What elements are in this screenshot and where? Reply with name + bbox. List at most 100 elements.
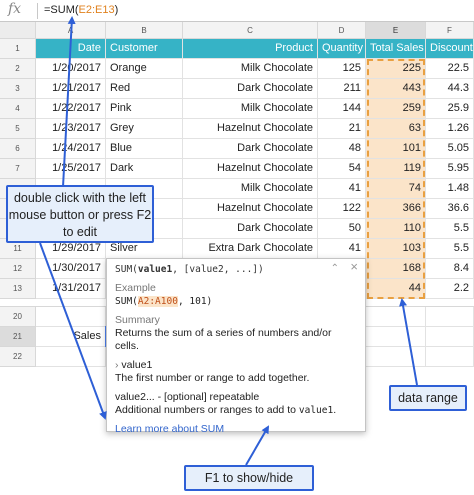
cell-a3[interactable]: 1/21/2017 [36, 79, 106, 99]
row-header-6[interactable]: 6 [0, 139, 36, 159]
learn-more-link[interactable]: Learn more about SUM [115, 423, 357, 436]
cell-e11[interactable]: 103 [366, 239, 426, 259]
cell-e6[interactable]: 101 [366, 139, 426, 159]
row-header-5[interactable]: 5 [0, 119, 36, 139]
column-header-d[interactable]: D [318, 22, 366, 39]
cell-b3[interactable]: Red [106, 79, 183, 99]
cell-e7[interactable]: 119 [366, 159, 426, 179]
cell-b4[interactable]: Pink [106, 99, 183, 119]
row-header-4[interactable]: 4 [0, 99, 36, 119]
header-cell-c[interactable]: Product [183, 39, 318, 59]
header-cell-b[interactable]: Customer [106, 39, 183, 59]
column-header-b[interactable]: B [106, 22, 183, 39]
cell-f4[interactable]: 25.9 [426, 99, 474, 119]
cell-c6[interactable]: Dark Chocolate [183, 139, 318, 159]
cell-d6[interactable]: 48 [318, 139, 366, 159]
cell-f9[interactable]: 36.6 [426, 199, 474, 219]
cell-d10[interactable]: 50 [318, 219, 366, 239]
cell-f20[interactable] [426, 307, 474, 327]
cell-c8[interactable]: Milk Chocolate [183, 179, 318, 199]
cell-f10[interactable]: 5.5 [426, 219, 474, 239]
cell-d7[interactable]: 54 [318, 159, 366, 179]
cell-e8[interactable]: 74 [366, 179, 426, 199]
cell-e20[interactable] [366, 307, 426, 327]
cell-f11[interactable]: 5.5 [426, 239, 474, 259]
cell-f5[interactable]: 1.26 [426, 119, 474, 139]
cell-e3[interactable]: 443 [366, 79, 426, 99]
header-cell-a[interactable]: Date [36, 39, 106, 59]
header-cell-d[interactable]: Quantity [318, 39, 366, 59]
row-header-21[interactable]: 21 [0, 327, 36, 347]
cell-c7[interactable]: Hazelnut Chocolate [183, 159, 318, 179]
cell-e4[interactable]: 259 [366, 99, 426, 119]
row-header-13[interactable]: 13 [0, 279, 36, 299]
cell-c10[interactable]: Dark Chocolate [183, 219, 318, 239]
cell-e22[interactable] [366, 347, 426, 367]
cell-e9[interactable]: 366 [366, 199, 426, 219]
close-icon[interactable]: × [350, 260, 358, 273]
cell-a2[interactable]: 1/20/2017 [36, 59, 106, 79]
cell-c3[interactable]: Dark Chocolate [183, 79, 318, 99]
cell-c4[interactable]: Milk Chocolate [183, 99, 318, 119]
cell-a7[interactable]: 1/25/2017 [36, 159, 106, 179]
formula-input[interactable]: =SUM(E2:E13) [44, 4, 118, 16]
cell-f22[interactable] [426, 347, 474, 367]
row-header-20[interactable]: 20 [0, 307, 36, 327]
cell-d3[interactable]: 211 [318, 79, 366, 99]
cell-e12[interactable]: 168 [366, 259, 426, 279]
row-header-2[interactable]: 2 [0, 59, 36, 79]
column-header-a[interactable]: A [36, 22, 106, 39]
cell-e2[interactable]: 225 [366, 59, 426, 79]
cell-f7[interactable]: 5.95 [426, 159, 474, 179]
header-cell-e[interactable]: Total Sales [366, 39, 426, 59]
cell-b5[interactable]: Grey [106, 119, 183, 139]
cell-a13[interactable]: 1/31/2017 [36, 279, 106, 299]
chevron-up-icon[interactable]: ⌃ [331, 262, 339, 275]
cell-e13[interactable]: 44 [366, 279, 426, 299]
cell-f21[interactable] [426, 327, 474, 347]
cell-c2[interactable]: Milk Chocolate [183, 59, 318, 79]
param2-desc-code: value1 [298, 405, 334, 416]
select-all-corner[interactable] [0, 22, 36, 39]
cell-d11[interactable]: 41 [318, 239, 366, 259]
cell-b7[interactable]: Dark [106, 159, 183, 179]
row-header-1[interactable]: 1 [0, 39, 36, 59]
cell-d5[interactable]: 21 [318, 119, 366, 139]
cell-d8[interactable]: 41 [318, 179, 366, 199]
cell-b2[interactable]: Orange [106, 59, 183, 79]
cell-a21[interactable]: Sales [36, 327, 106, 347]
cell-f13[interactable]: 2.2 [426, 279, 474, 299]
cell-f8[interactable]: 1.48 [426, 179, 474, 199]
row-header-7[interactable]: 7 [0, 159, 36, 179]
cell-a20[interactable] [36, 307, 106, 327]
cell-c11[interactable]: Extra Dark Chocolate [183, 239, 318, 259]
cell-d9[interactable]: 122 [318, 199, 366, 219]
example-code: SUM(A2:A100, 101) [115, 295, 357, 308]
cell-a12[interactable]: 1/30/2017 [36, 259, 106, 279]
cell-e10[interactable]: 110 [366, 219, 426, 239]
example-caption: Example [115, 282, 156, 294]
row-header-22[interactable]: 22 [0, 347, 36, 367]
column-header-e[interactable]: E [366, 22, 426, 39]
cell-f3[interactable]: 44.3 [426, 79, 474, 99]
cell-f12[interactable]: 8.4 [426, 259, 474, 279]
cell-d4[interactable]: 144 [318, 99, 366, 119]
cell-c9[interactable]: Hazelnut Chocolate [183, 199, 318, 219]
cell-f2[interactable]: 22.5 [426, 59, 474, 79]
cell-a5[interactable]: 1/23/2017 [36, 119, 106, 139]
cell-a6[interactable]: 1/24/2017 [36, 139, 106, 159]
cell-e21[interactable] [366, 327, 426, 347]
cell-e5[interactable]: 63 [366, 119, 426, 139]
formula-bar-divider [37, 3, 38, 19]
cell-a4[interactable]: 1/22/2017 [36, 99, 106, 119]
column-header-c[interactable]: C [183, 22, 318, 39]
cell-f6[interactable]: 5.05 [426, 139, 474, 159]
column-header-f[interactable]: F [426, 22, 474, 39]
row-header-3[interactable]: 3 [0, 79, 36, 99]
cell-a22[interactable] [36, 347, 106, 367]
cell-c5[interactable]: Hazelnut Chocolate [183, 119, 318, 139]
row-header-12[interactable]: 12 [0, 259, 36, 279]
header-cell-f[interactable]: Discount [426, 39, 474, 59]
cell-d2[interactable]: 125 [318, 59, 366, 79]
cell-b6[interactable]: Blue [106, 139, 183, 159]
